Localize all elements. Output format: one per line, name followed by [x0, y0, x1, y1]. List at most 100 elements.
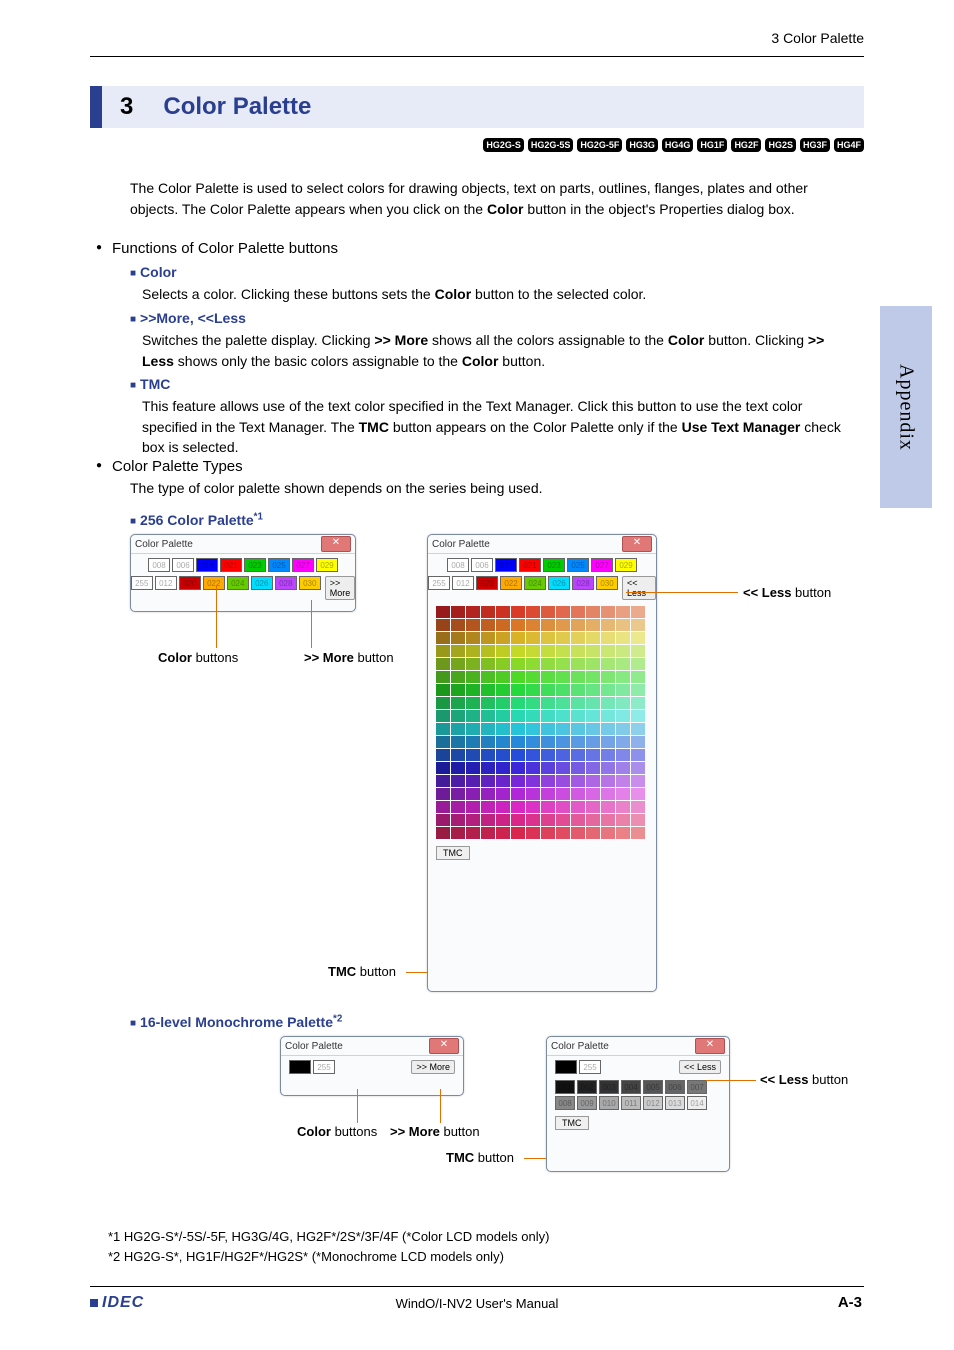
color-swatch[interactable] [466, 671, 480, 683]
color-swatch[interactable] [511, 606, 525, 618]
color-swatch[interactable] [481, 749, 495, 761]
color-swatch[interactable] [496, 814, 510, 826]
color-swatch[interactable] [496, 749, 510, 761]
color-swatch[interactable]: 012 [452, 576, 474, 590]
color-swatch[interactable] [541, 827, 555, 839]
color-swatch[interactable] [496, 775, 510, 787]
color-swatch[interactable] [466, 827, 480, 839]
color-swatch[interactable] [436, 788, 450, 800]
color-swatch[interactable]: 000 [555, 1060, 577, 1074]
color-swatch[interactable]: 002 [577, 1080, 597, 1094]
color-swatch[interactable] [481, 697, 495, 709]
color-swatch[interactable] [436, 736, 450, 748]
color-swatch[interactable] [466, 788, 480, 800]
color-swatch[interactable] [631, 658, 645, 670]
color-swatch[interactable] [496, 632, 510, 644]
color-swatch[interactable] [586, 775, 600, 787]
color-swatch[interactable] [601, 749, 615, 761]
color-swatch[interactable] [511, 697, 525, 709]
color-swatch[interactable] [586, 788, 600, 800]
color-swatch[interactable] [526, 697, 540, 709]
color-swatch[interactable] [436, 775, 450, 787]
color-swatch[interactable] [556, 762, 570, 774]
color-swatch[interactable] [451, 801, 465, 813]
dialog-mono-basic[interactable]: Color Palette ✕ 000255 >> More [280, 1036, 464, 1096]
color-swatch[interactable] [541, 762, 555, 774]
color-swatch[interactable] [526, 671, 540, 683]
color-swatch[interactable] [496, 788, 510, 800]
color-swatch[interactable] [556, 619, 570, 631]
color-swatch[interactable]: 026 [251, 576, 273, 590]
close-icon[interactable]: ✕ [695, 1038, 725, 1054]
color-swatch[interactable] [556, 606, 570, 618]
color-swatch[interactable] [601, 658, 615, 670]
color-swatch[interactable] [436, 671, 450, 683]
color-swatch[interactable]: 026 [548, 576, 570, 590]
color-swatch[interactable]: 020 [179, 576, 201, 590]
color-swatch[interactable] [601, 697, 615, 709]
dialog-titlebar[interactable]: Color Palette ✕ [547, 1037, 729, 1056]
color-swatch[interactable]: 005 [643, 1080, 663, 1094]
color-swatch[interactable] [451, 762, 465, 774]
color-swatch[interactable]: 023 [543, 558, 565, 572]
color-swatch[interactable] [556, 723, 570, 735]
color-swatch[interactable] [586, 710, 600, 722]
color-swatch[interactable] [571, 671, 585, 683]
color-swatch[interactable] [526, 658, 540, 670]
color-swatch[interactable] [466, 697, 480, 709]
color-swatch[interactable] [586, 814, 600, 826]
color-swatch[interactable] [631, 619, 645, 631]
color-swatch[interactable] [616, 723, 630, 735]
color-swatch[interactable] [496, 684, 510, 696]
color-swatch[interactable] [571, 632, 585, 644]
color-swatch[interactable]: 008 [447, 558, 469, 572]
color-swatch[interactable] [556, 658, 570, 670]
color-swatch[interactable] [436, 710, 450, 722]
color-swatch[interactable]: 010 [599, 1096, 619, 1110]
color-swatch[interactable] [496, 827, 510, 839]
color-swatch[interactable] [601, 762, 615, 774]
color-swatch[interactable] [556, 801, 570, 813]
color-swatch[interactable] [586, 762, 600, 774]
color-swatch[interactable] [451, 814, 465, 826]
color-swatch[interactable] [571, 736, 585, 748]
color-swatch[interactable] [541, 788, 555, 800]
color-swatch[interactable] [601, 827, 615, 839]
color-swatch[interactable] [481, 658, 495, 670]
color-swatch[interactable]: 027 [292, 558, 314, 572]
color-swatch[interactable] [466, 762, 480, 774]
color-swatch[interactable] [511, 723, 525, 735]
color-swatch[interactable] [496, 736, 510, 748]
color-swatch[interactable] [541, 645, 555, 657]
color-swatch[interactable] [571, 658, 585, 670]
color-swatch[interactable] [631, 827, 645, 839]
color-swatch[interactable] [526, 619, 540, 631]
color-swatch[interactable]: 007 [687, 1080, 707, 1094]
color-swatch[interactable] [451, 619, 465, 631]
color-swatch[interactable] [571, 814, 585, 826]
color-swatch[interactable] [466, 606, 480, 618]
color-swatch[interactable]: 008 [555, 1096, 575, 1110]
color-swatch[interactable]: 021 [519, 558, 541, 572]
color-swatch[interactable]: 029 [316, 558, 338, 572]
color-swatch[interactable] [526, 762, 540, 774]
color-swatch[interactable] [496, 762, 510, 774]
color-swatch[interactable] [511, 632, 525, 644]
color-swatch[interactable] [511, 775, 525, 787]
color-swatch[interactable] [586, 736, 600, 748]
color-swatch[interactable]: 012 [155, 576, 177, 590]
color-swatch[interactable] [436, 801, 450, 813]
color-swatch[interactable] [526, 801, 540, 813]
color-swatch[interactable] [616, 762, 630, 774]
color-swatch[interactable]: 024 [524, 576, 546, 590]
color-swatch[interactable] [451, 684, 465, 696]
color-swatch[interactable] [586, 658, 600, 670]
color-swatch[interactable] [601, 710, 615, 722]
color-swatch[interactable] [601, 632, 615, 644]
color-swatch[interactable] [541, 632, 555, 644]
color-swatch[interactable] [451, 736, 465, 748]
color-swatch[interactable] [526, 684, 540, 696]
color-swatch[interactable] [541, 671, 555, 683]
color-swatch[interactable]: 008 [148, 558, 170, 572]
color-swatch[interactable] [616, 788, 630, 800]
